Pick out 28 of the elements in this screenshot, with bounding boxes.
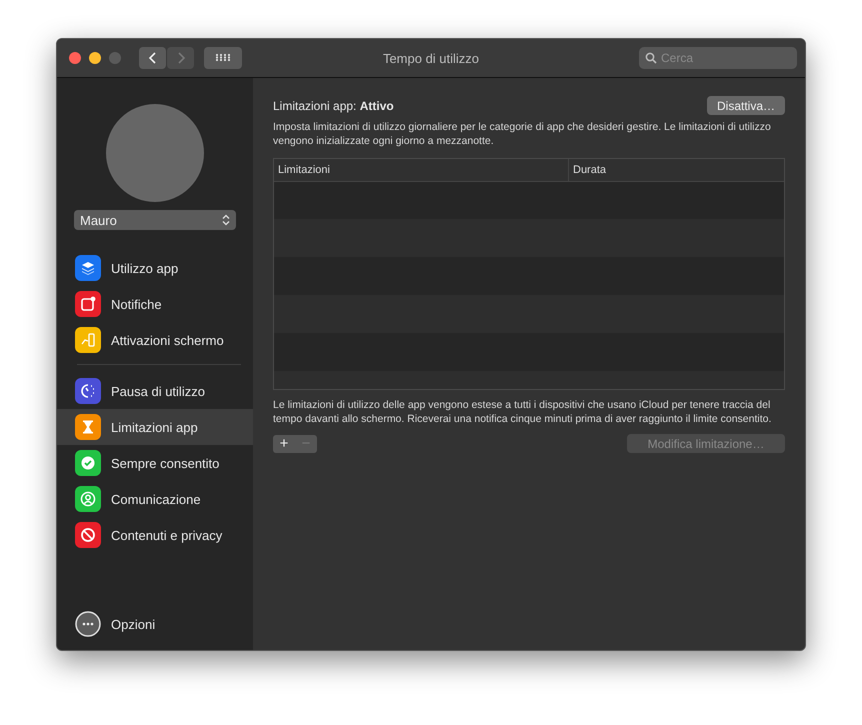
description-text: Imposta limitazioni di utilizzo giornaliere per le categorie di app che desideri gestire. Le limitazioni di utilizzo vengono inizializzate ogni giorno a mezzanotte. <box>273 120 772 148</box>
chevron-right-icon <box>176 51 186 65</box>
note-text: Le limitazioni di utilizzo delle app vengono estese a tutti i dispositivi che usano iCloud per tenere traccia del tempo davanti allo schermo. Riceverai una notifica cinque minuti prima di aver raggiunto il limite consentito. <box>273 398 772 426</box>
close-window-button[interactable] <box>69 52 81 64</box>
grid-icon <box>215 53 231 63</box>
chevron-icon <box>222 214 230 226</box>
add-button[interactable]: + <box>273 434 295 452</box>
sidebar-item[interactable]: Contenuti e privacy <box>57 517 253 553</box>
column-header[interactable]: Durata <box>569 159 784 181</box>
search-icon <box>645 52 657 64</box>
options-button[interactable]: Opzioni <box>57 606 253 642</box>
window-title: Tempo di utilizzo <box>382 50 480 66</box>
grid-button[interactable] <box>204 47 242 69</box>
disable-button[interactable]: Disattiva… <box>706 96 785 115</box>
column-header[interactable]: Limitazioni <box>274 159 569 181</box>
sidebar-item[interactable]: Limitazioni app <box>57 409 253 445</box>
minimize-window-button[interactable] <box>89 52 101 64</box>
user-dropdown[interactable]: Mauro <box>74 210 236 230</box>
chevron-left-icon <box>148 51 158 65</box>
sidebar-item[interactable]: Sempre consentito <box>57 445 253 481</box>
section-heading: Limitazioni app: Attivo <box>273 98 394 112</box>
sidebar-item[interactable]: Pausa di utilizzo <box>57 373 253 409</box>
sidebar-item[interactable]: Attivazioni schermo <box>57 322 253 358</box>
back-button[interactable] <box>139 47 166 69</box>
more-icon <box>75 611 101 637</box>
sidebar-item[interactable]: Notifiche <box>57 286 253 322</box>
sidebar-item[interactable]: Utilizzo app <box>57 250 253 286</box>
sidebar-item[interactable]: Comunicazione <box>57 481 253 517</box>
